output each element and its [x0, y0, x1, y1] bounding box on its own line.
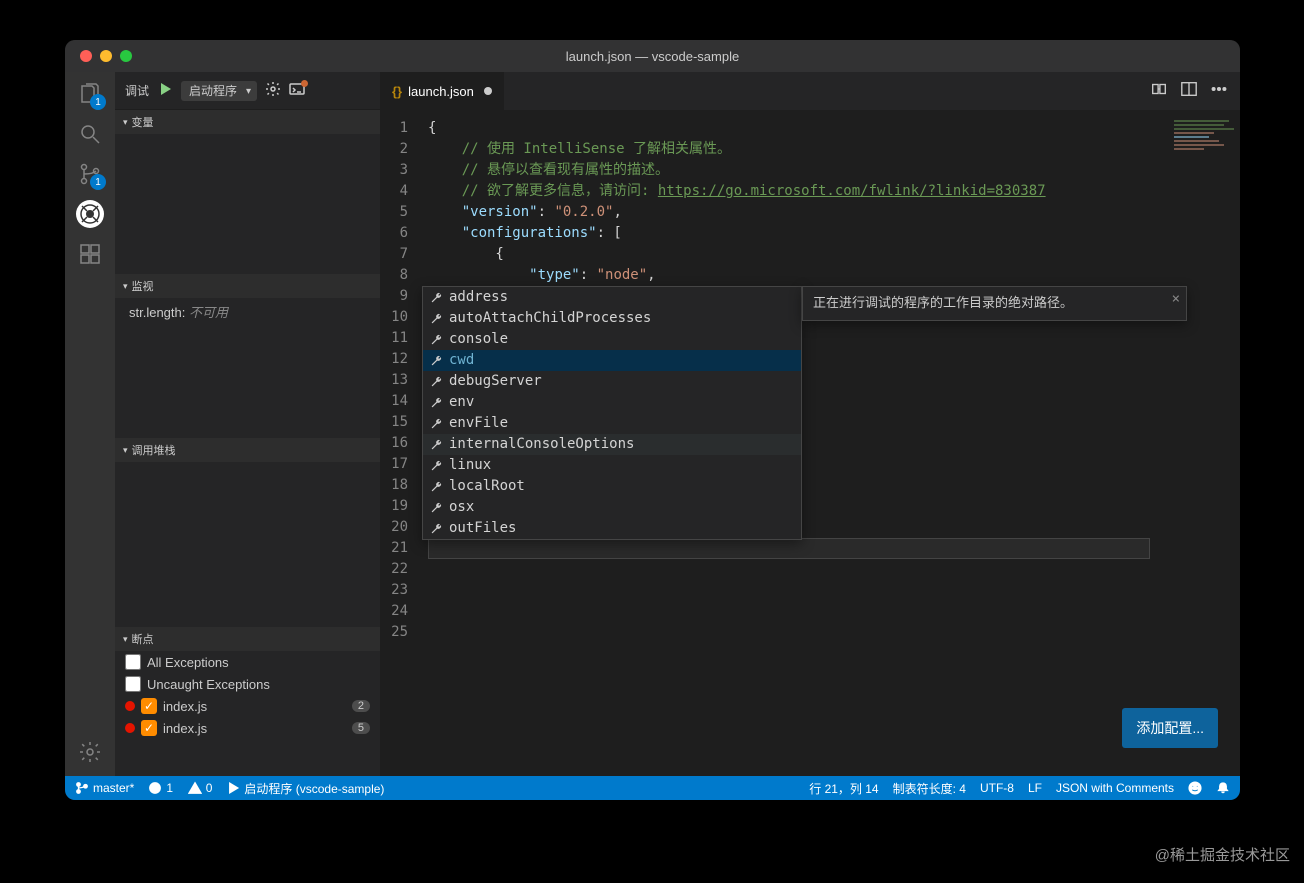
wrench-icon	[429, 333, 443, 347]
suggest-item[interactable]: cwd	[423, 350, 801, 371]
more-actions-icon[interactable]	[1210, 80, 1228, 103]
titlebar: launch.json — vscode-sample	[65, 40, 1240, 72]
dirty-indicator-icon	[484, 87, 492, 95]
cursor-position[interactable]: 行 21，列 14	[809, 780, 878, 797]
wrench-icon	[429, 480, 443, 494]
launch-config-status[interactable]: 启动程序 (vscode-sample)	[226, 780, 384, 797]
variables-section-header[interactable]: ▾变量	[115, 110, 380, 134]
wrench-icon	[429, 396, 443, 410]
window-title: launch.json — vscode-sample	[566, 49, 739, 64]
source-control-icon[interactable]: 1	[76, 160, 104, 188]
watch-section-header[interactable]: ▾监视	[115, 274, 380, 298]
breakpoint-enabled-icon: ✓	[141, 720, 157, 736]
watch-section: str.length: 不可用	[115, 298, 380, 438]
feedback-icon[interactable]	[1188, 781, 1202, 795]
suggest-item[interactable]: console	[423, 329, 801, 350]
minimize-window[interactable]	[100, 50, 112, 62]
wrench-icon	[429, 375, 443, 389]
explorer-icon[interactable]: 1	[76, 80, 104, 108]
wrench-icon	[429, 522, 443, 536]
explorer-badge: 1	[90, 94, 106, 110]
intellisense-suggest[interactable]: addressautoAttachChildProcessesconsolecw…	[422, 286, 802, 540]
close-doc-icon[interactable]: ×	[1172, 289, 1180, 310]
statusbar: master* 1 0 启动程序 (vscode-sample) 行 21，列 …	[65, 776, 1240, 800]
variables-section	[115, 134, 380, 274]
breakpoints-section-header[interactable]: ▾断点	[115, 627, 380, 651]
debug-label: 调试	[125, 82, 149, 99]
search-icon[interactable]	[76, 120, 104, 148]
uncaught-exceptions-checkbox[interactable]	[125, 676, 141, 692]
line-gutter: 1234567891011121314151617181920212223242…	[380, 118, 420, 643]
split-editor-icon[interactable]	[1180, 80, 1198, 103]
all-exceptions-checkbox[interactable]	[125, 654, 141, 670]
start-debug-button[interactable]	[157, 81, 173, 100]
suggest-item[interactable]: localRoot	[423, 476, 801, 497]
tab-filename: launch.json	[408, 84, 474, 99]
code-editor[interactable]: 1234567891011121314151617181920212223242…	[380, 110, 1240, 776]
suggest-item[interactable]: internalConsoleOptions	[423, 434, 801, 455]
suggest-item[interactable]: env	[423, 392, 801, 413]
config-dropdown[interactable]: 启动程序	[181, 81, 257, 101]
compare-changes-icon[interactable]	[1150, 80, 1168, 103]
intellisense-doc: 正在进行调试的程序的工作目录的绝对路径。 ×	[802, 286, 1187, 321]
debug-console-icon[interactable]	[289, 81, 305, 100]
callstack-section	[115, 462, 380, 627]
eol[interactable]: LF	[1028, 781, 1042, 795]
suggest-item[interactable]: outFiles	[423, 518, 801, 539]
breakpoint-uncaught-exceptions[interactable]: Uncaught Exceptions	[115, 673, 380, 695]
indentation[interactable]: 制表符长度: 4	[893, 780, 966, 797]
json-icon: {}	[392, 84, 402, 99]
notifications-icon[interactable]	[1216, 781, 1230, 795]
breakpoints-section: All Exceptions Uncaught Exceptions ✓inde…	[115, 651, 380, 739]
settings-gear-icon[interactable]	[76, 738, 104, 766]
watch-expression[interactable]: str.length: 不可用	[129, 302, 366, 321]
encoding[interactable]: UTF-8	[980, 781, 1014, 795]
editor-tab[interactable]: {} launch.json	[380, 72, 504, 110]
suggest-item[interactable]: linux	[423, 455, 801, 476]
watermark: @稀土掘金技术社区	[1155, 844, 1290, 865]
git-branch[interactable]: master*	[75, 781, 134, 795]
suggest-item[interactable]: envFile	[423, 413, 801, 434]
suggest-item[interactable]: osx	[423, 497, 801, 518]
editor-area: {} launch.json 1234567891011121314151617…	[380, 72, 1240, 776]
language-mode[interactable]: JSON with Comments	[1056, 781, 1174, 795]
window-controls	[65, 50, 132, 62]
add-configuration-button[interactable]: 添加配置...	[1122, 708, 1218, 748]
minimap[interactable]	[1174, 120, 1234, 200]
vscode-window: launch.json — vscode-sample 1 1	[65, 40, 1240, 800]
config-gear-icon[interactable]	[265, 81, 281, 100]
wrench-icon	[429, 459, 443, 473]
editor-actions	[1150, 80, 1240, 103]
wrench-icon	[429, 501, 443, 515]
wrench-icon	[429, 354, 443, 368]
wrench-icon	[429, 438, 443, 452]
breakpoint-item[interactable]: ✓index.js2	[115, 695, 380, 717]
suggest-item[interactable]: autoAttachChildProcesses	[423, 308, 801, 329]
breakpoint-all-exceptions[interactable]: All Exceptions	[115, 651, 380, 673]
wrench-icon	[429, 417, 443, 431]
suggest-item[interactable]: debugServer	[423, 371, 801, 392]
extensions-icon[interactable]	[76, 240, 104, 268]
wrench-icon	[429, 291, 443, 305]
scm-badge: 1	[90, 174, 106, 190]
tab-bar: {} launch.json	[380, 72, 1240, 110]
maximize-window[interactable]	[120, 50, 132, 62]
callstack-section-header[interactable]: ▾调用堆栈	[115, 438, 380, 462]
debug-toolbar: 调试 启动程序	[115, 72, 380, 110]
close-window[interactable]	[80, 50, 92, 62]
debug-sidebar: 调试 启动程序 ▾变量 ▾监视 str.length: 不可用 ▾调用堆栈 ▾断…	[115, 72, 380, 776]
breakpoint-item[interactable]: ✓index.js5	[115, 717, 380, 739]
breakpoint-dot-icon	[125, 701, 135, 711]
problems[interactable]: 1 0	[148, 781, 212, 795]
suggest-item[interactable]: address	[423, 287, 801, 308]
breakpoint-dot-icon	[125, 723, 135, 733]
activity-bar: 1 1	[65, 72, 115, 776]
wrench-icon	[429, 312, 443, 326]
breakpoint-enabled-icon: ✓	[141, 698, 157, 714]
debug-icon[interactable]	[76, 200, 104, 228]
